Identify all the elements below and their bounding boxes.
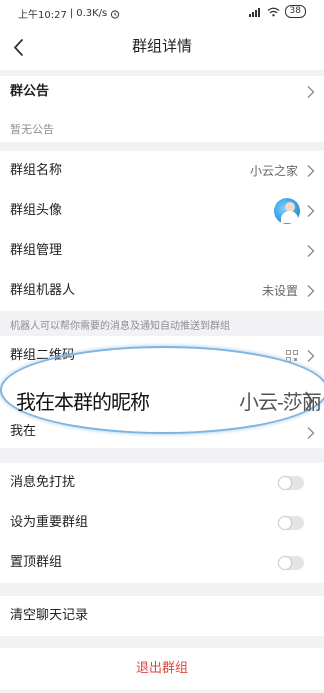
qr-code-row[interactable]: 群组二维码 (0, 336, 324, 376)
nickname-label-partial: 我在 (10, 424, 37, 439)
group-manage-label: 群组管理 (10, 243, 63, 258)
group-name-value: 小云之家 (249, 164, 298, 178)
announcement-row[interactable]: 群公告 (0, 76, 324, 108)
status-speed: 0.3K/s (76, 8, 108, 19)
mute-row: 消息免打扰 (0, 463, 324, 503)
chevron-right-icon (307, 285, 315, 297)
clear-history-row[interactable]: 清空聊天记录 (0, 596, 324, 636)
group-manage-row[interactable]: 群组管理 (0, 231, 324, 271)
chevron-right-icon (307, 165, 315, 177)
nav-bar: 群组详情 (0, 26, 324, 70)
status-right: 38 (248, 5, 306, 18)
important-row: 设为重要群组 (0, 503, 324, 543)
alarm-icon (111, 9, 120, 19)
pin-toggle[interactable] (278, 556, 304, 570)
clear-history-label: 清空聊天记录 (10, 608, 89, 623)
wifi-icon (267, 7, 279, 16)
page-title: 群组详情 (131, 37, 192, 55)
announcement-label: 群公告 (10, 84, 50, 99)
group-avatar-label: 群组头像 (10, 203, 63, 218)
chevron-right-icon (307, 245, 315, 257)
important-toggle[interactable] (278, 516, 304, 530)
toggle-knob (279, 477, 291, 489)
qr-code-label: 群组二维码 (10, 348, 76, 363)
group-avatar-row[interactable]: 群组头像 (0, 191, 324, 231)
announcement-empty-text: 暂无公告 (10, 123, 54, 136)
status-bar: 上午10:27 | 0.3K/s 38 (0, 0, 324, 26)
back-arrow-icon[interactable] (6, 34, 34, 62)
group-robot-row[interactable]: 群组机器人 未设置 (0, 271, 324, 311)
group-robot-value: 未设置 (261, 284, 298, 298)
status-time: 上午10:27 (18, 10, 67, 21)
mute-label: 消息免打扰 (10, 475, 76, 490)
group-avatar-image (274, 198, 300, 224)
toggle-knob (279, 557, 291, 569)
important-label: 设为重要群组 (10, 515, 89, 530)
chevron-right-icon (307, 427, 315, 439)
group-name-row[interactable]: 群组名称 小云之家 (0, 151, 324, 191)
signal-icon (248, 7, 260, 17)
pin-row: 置顶群组 (0, 543, 324, 583)
exit-group-button[interactable]: 退出群组 (0, 648, 324, 690)
qr-code-icon (286, 350, 298, 362)
toggle-knob (279, 517, 291, 529)
pin-label: 置顶群组 (10, 555, 63, 570)
annotation-label: 我在本群的昵称 (16, 390, 150, 414)
mute-toggle[interactable] (278, 476, 304, 490)
group-robot-label: 群组机器人 (10, 283, 76, 298)
status-divider: | (69, 8, 74, 19)
chevron-right-icon (307, 205, 315, 217)
avatar-body (281, 211, 298, 223)
announcement-body: 暂无公告 (0, 108, 324, 142)
group-name-label: 群组名称 (10, 163, 63, 178)
robot-note: 机器人可以帮你需要的消息及通知自动推送到群组 (10, 321, 230, 332)
chevron-right-icon (307, 350, 315, 362)
status-left: 上午10:27 | 0.3K/s (18, 6, 120, 21)
battery-icon: 38 (284, 5, 306, 18)
chevron-right-icon (307, 86, 315, 98)
annotation-chevron-icon (305, 391, 313, 411)
